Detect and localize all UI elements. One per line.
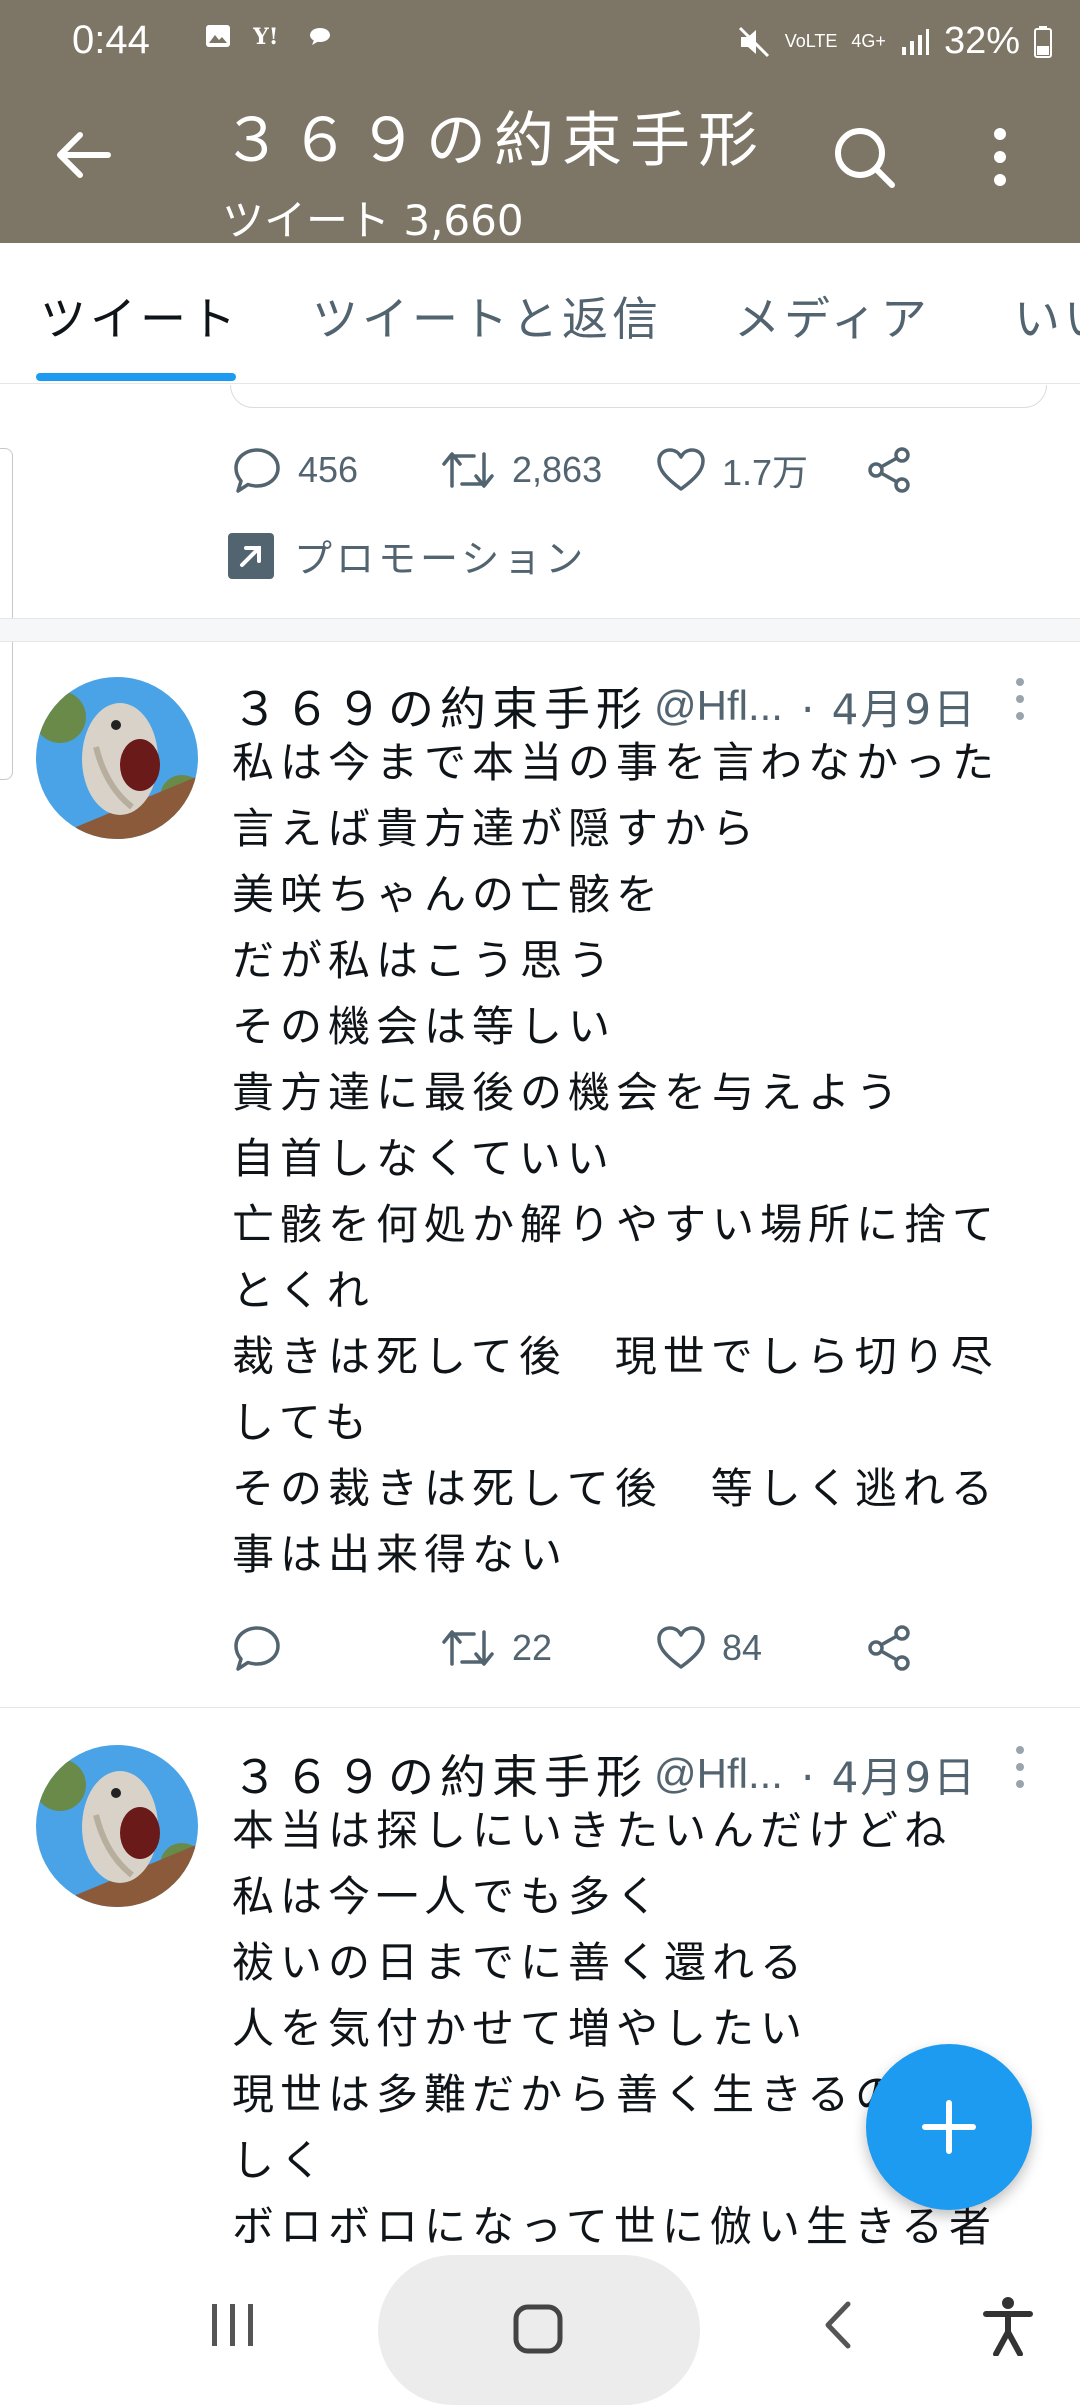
reply-button[interactable]: 456 — [232, 446, 358, 494]
tweet-actions: 22 84 — [0, 1618, 1080, 1678]
avatar[interactable] — [36, 677, 198, 839]
like-button[interactable]: 1.7万 — [656, 444, 808, 496]
mute-icon — [738, 26, 769, 57]
volte-label: VoLTE — [784, 31, 838, 51]
reply-button[interactable] — [232, 1624, 298, 1672]
tab-likes[interactable]: いいね — [1014, 283, 1080, 349]
share-icon[interactable] — [866, 446, 914, 494]
tweet-more-icon[interactable] — [1010, 1744, 1030, 1790]
home-pill[interactable] — [378, 2255, 700, 2405]
home-icon — [513, 2304, 563, 2354]
author-handle[interactable]: @Hfl... — [654, 682, 783, 730]
like-count: 84 — [722, 1627, 763, 1668]
battery-icon — [1034, 25, 1052, 58]
reply-icon — [234, 448, 280, 493]
svg-text:Y!: Y! — [253, 24, 278, 48]
retweet-icon — [442, 452, 494, 488]
search-icon[interactable] — [832, 125, 896, 189]
tweet-divider — [0, 1707, 1080, 1708]
app-header: 0:44 Y! VoLTE 4G+ 32% ３６９の約束手形 ツイート 3,66… — [0, 0, 1080, 245]
retweet-count: 2,863 — [512, 449, 603, 490]
status-time: 0:44 — [72, 18, 150, 62]
network-label: 4G+ — [851, 31, 886, 51]
retweet-icon — [442, 1630, 494, 1666]
page-title: ３６９の約束手形 — [222, 106, 766, 176]
tab-tweets[interactable]: ツイート — [40, 283, 240, 349]
tweet-line: 祓いの日までに善く還れる — [232, 1938, 809, 1987]
tweet-line: 言えば貴方達が隠すから — [232, 804, 761, 853]
notification-icons: Y! — [205, 24, 331, 48]
retweet-button[interactable]: 2,863 — [440, 446, 602, 494]
heart-icon — [657, 1626, 705, 1669]
tweet-line: 貴方達に最後の機会を与えよう — [232, 1068, 905, 1117]
tweet-text: 私は今まで本当の事を言わなかった 言えば貴方達が隠すから 美咲ちゃんの亡骸を だ… — [232, 730, 1032, 1588]
tweet-date[interactable]: · 4月9日 — [801, 1744, 977, 1805]
author-handle[interactable]: @Hfl... — [654, 1750, 783, 1798]
promotion-label: プロモーション — [294, 537, 588, 581]
tweet-line: 私は今一人でも多く — [232, 1872, 665, 1921]
back-nav-icon[interactable] — [820, 2300, 856, 2350]
tweet-line: 自首しなくていい — [232, 1134, 615, 1183]
battery-percent: 32% — [943, 20, 1020, 62]
share-icon[interactable] — [866, 1624, 914, 1672]
back-arrow-icon[interactable] — [52, 125, 112, 185]
bubble-icon — [310, 28, 330, 45]
reply-icon — [234, 1626, 280, 1671]
promotion-row[interactable]: プロモーション — [228, 528, 587, 583]
avatar[interactable] — [36, 1745, 198, 1907]
heart-icon — [657, 448, 705, 491]
compose-tweet-button[interactable] — [866, 2044, 1032, 2210]
accessibility-icon[interactable] — [982, 2296, 1034, 2356]
reply-count: 456 — [298, 449, 359, 490]
retweet-button[interactable]: 22 — [440, 1624, 552, 1672]
image-icon — [206, 25, 230, 47]
active-tab-indicator — [36, 373, 236, 381]
more-vertical-icon[interactable] — [985, 126, 1015, 188]
retweet-count: 22 — [512, 1627, 553, 1668]
tab-tweets-and-replies[interactable]: ツイートと返信 — [312, 283, 662, 349]
profile-tabs: ツイート ツイートと返信 メディア いいね — [0, 243, 1080, 384]
tweet-line: しても — [232, 1398, 373, 1447]
tweet-more-icon[interactable] — [1010, 676, 1030, 722]
tweet-line: 亡骸を何処か解りやすい場所に捨て — [232, 1200, 1001, 1249]
tweet-line: だが私はこう思う — [232, 936, 617, 985]
prev-tweet-actions: 456 2,863 1.7万 — [0, 440, 1080, 500]
system-icons: VoLTE 4G+ 32% — [737, 20, 1052, 63]
tweet-line: 本当は探しにいきたいんだけどね — [232, 1806, 953, 1855]
tweet-line: 裁きは死して後 現世でしら切り尽 — [232, 1332, 999, 1381]
tweet-line: 美咲ちゃんの亡骸を — [232, 870, 665, 919]
tweet-line: とくれ — [232, 1266, 375, 1315]
tweet-line: 事は出来得ない — [232, 1530, 569, 1579]
system-nav-bar — [0, 2250, 1080, 2405]
profile-title-block: ３６９の約束手形 ツイート 3,660 — [222, 92, 766, 248]
status-bar: 0:44 Y! VoLTE 4G+ 32% — [0, 0, 1080, 90]
tweet-line: 私は今まで本当の事を言わなかった — [232, 738, 1001, 787]
like-button[interactable]: 84 — [656, 1625, 762, 1671]
plus-icon — [922, 2100, 976, 2154]
signal-icon — [901, 28, 929, 55]
recent-apps-icon[interactable] — [208, 2302, 258, 2348]
promoted-arrow-icon — [228, 532, 274, 579]
like-count: 1.7万 — [722, 452, 809, 493]
yahoo-icon: Y! — [253, 24, 278, 48]
tweet-line: その裁きは死して後 等しく逃れる — [232, 1464, 999, 1513]
tweet-line: その機会は等しい — [232, 1002, 617, 1051]
section-divider — [0, 618, 1080, 642]
tweet-count: ツイート 3,660 — [222, 196, 524, 245]
quoted-card-edge — [230, 385, 1047, 408]
tweet-date[interactable]: · 4月9日 — [801, 676, 977, 737]
tab-media[interactable]: メディア — [734, 283, 931, 349]
